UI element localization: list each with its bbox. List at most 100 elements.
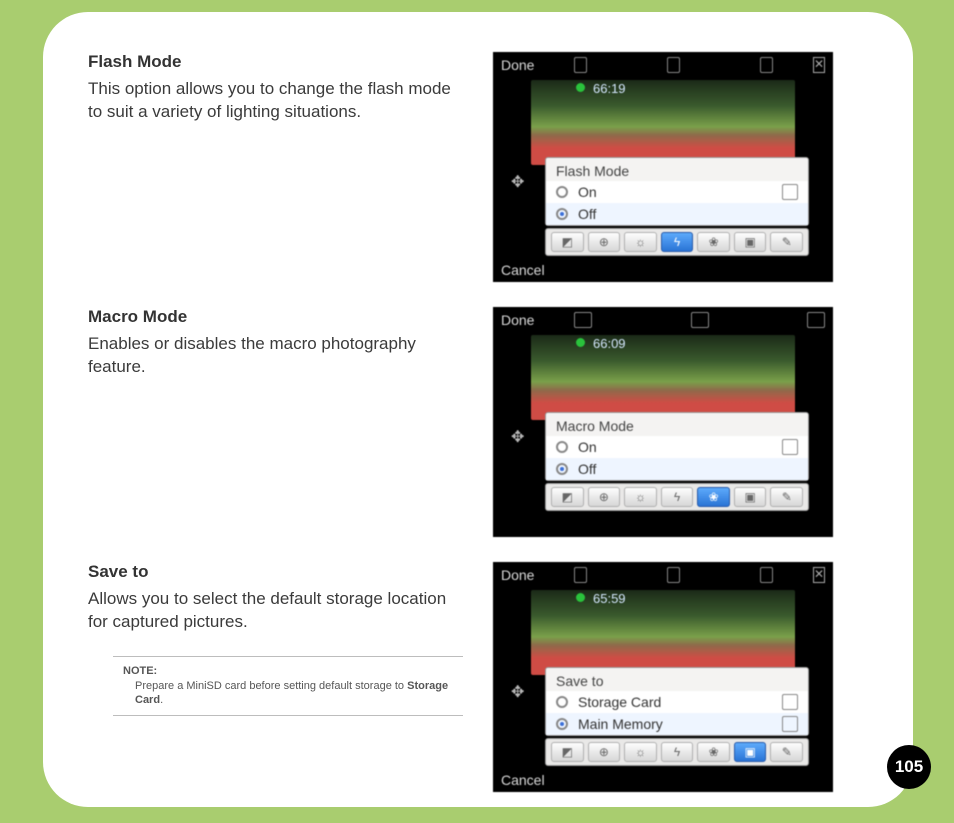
tool-flash[interactable]: ϟ (661, 487, 694, 507)
settings-toolbar: ◩ ⊕ ☼ ϟ ❀ ▣ ✎ (545, 228, 809, 256)
counter-label: 66:19 (593, 81, 626, 96)
page-number-badge: 105 (887, 745, 931, 789)
tool-save-to[interactable]: ▣ (734, 742, 767, 762)
battery-icon (760, 57, 773, 73)
tool-macro[interactable]: ❀ (697, 742, 730, 762)
settings-toolbar: ◩ ⊕ ☼ ϟ ❀ ▣ ✎ (545, 738, 809, 766)
options-panel: Flash Mode On Off (545, 157, 809, 226)
option-row-on[interactable]: On (546, 181, 808, 203)
page-content: Flash Mode This option allows you to cha… (43, 12, 913, 822)
option-row-storage-card[interactable]: Storage Card (546, 691, 808, 713)
tool-macro[interactable]: ❀ (697, 232, 730, 252)
option-row-off[interactable]: Off (546, 203, 808, 225)
settings-toolbar: ◩ ⊕ ☼ ϟ ❀ ▣ ✎ (545, 483, 809, 511)
option-row-on[interactable]: On (546, 436, 808, 458)
text-column: Macro Mode Enables or disables the macro… (88, 307, 463, 379)
note-text: Prepare a MiniSD card before setting def… (123, 679, 453, 708)
cancel-label[interactable]: Cancel (501, 772, 545, 788)
tool-settings[interactable]: ✎ (770, 742, 803, 762)
tool-macro[interactable]: ❀ (697, 487, 730, 507)
tool-settings[interactable]: ✎ (770, 487, 803, 507)
radio-icon (556, 208, 568, 220)
option-row-off[interactable]: Off (546, 458, 808, 480)
storage-icon (667, 567, 680, 583)
counter-label: 65:59 (593, 591, 626, 606)
macro-icon (782, 439, 798, 455)
radio-icon (556, 441, 568, 453)
section-heading: Save to (88, 562, 463, 582)
section-save-to: Save to Allows you to select the default… (88, 562, 868, 792)
tool-capture-mode[interactable]: ◩ (551, 232, 584, 252)
radio-icon (556, 463, 568, 475)
close-icon[interactable]: ✕ (813, 57, 825, 73)
done-label[interactable]: Done (501, 57, 534, 73)
battery-icon (760, 567, 773, 583)
tool-zoom[interactable]: ⊕ (588, 742, 621, 762)
option-label: On (578, 184, 597, 200)
option-label: On (578, 439, 597, 455)
tool-capture-mode[interactable]: ◩ (551, 742, 584, 762)
note-text-part: Prepare a MiniSD card before setting def… (135, 680, 407, 692)
photo-preview: 66:19 (531, 80, 795, 165)
done-label[interactable]: Done (501, 312, 534, 328)
battery-icon (807, 312, 825, 328)
radio-icon (556, 696, 568, 708)
panel-title: Flash Mode (546, 158, 808, 181)
panel-title: Save to (546, 668, 808, 691)
storage-icon (667, 57, 680, 73)
tool-flash[interactable]: ϟ (661, 742, 694, 762)
radio-icon (556, 186, 568, 198)
done-label[interactable]: Done (501, 567, 534, 583)
option-row-main-memory[interactable]: Main Memory (546, 713, 808, 735)
dpad-icon: ✥ (511, 427, 529, 445)
cancel-label[interactable]: Cancel (501, 262, 545, 278)
note-text-part: . (160, 694, 163, 706)
tool-save-to[interactable]: ▣ (734, 487, 767, 507)
device-screenshot: Done ✕ 66:19 ✥ Flash Mode (493, 52, 833, 282)
flash-icon (782, 184, 798, 200)
screenshot-topbar: Done (493, 307, 833, 333)
sdcard-icon (782, 694, 798, 710)
camera-icon (574, 567, 587, 583)
section-macro-mode: Macro Mode Enables or disables the macro… (88, 307, 868, 537)
option-label: Off (578, 206, 596, 222)
section-body: Allows you to select the default storage… (88, 588, 463, 634)
tool-scene[interactable]: ☼ (624, 742, 657, 762)
tool-zoom[interactable]: ⊕ (588, 232, 621, 252)
panel-title: Macro Mode (546, 413, 808, 436)
tool-scene[interactable]: ☼ (624, 487, 657, 507)
dpad-icon: ✥ (511, 172, 529, 190)
camera-icon (574, 57, 587, 73)
camera-icon (574, 312, 592, 328)
screenshot-topbar: Done ✕ (493, 52, 833, 78)
option-label: Off (578, 461, 596, 477)
device-screenshot: Done ✕ 65:59 ✥ Save to S (493, 562, 833, 792)
device-icon (782, 716, 798, 732)
tool-flash[interactable]: ϟ (661, 232, 694, 252)
section-flash-mode: Flash Mode This option allows you to cha… (88, 52, 868, 282)
tool-capture-mode[interactable]: ◩ (551, 487, 584, 507)
option-label: Storage Card (578, 694, 661, 710)
options-panel: Macro Mode On Off (545, 412, 809, 481)
tool-scene[interactable]: ☼ (624, 232, 657, 252)
photo-preview: 66:09 (531, 335, 795, 420)
radio-icon (556, 718, 568, 730)
section-heading: Macro Mode (88, 307, 463, 327)
screenshot-topbar: Done ✕ (493, 562, 833, 588)
text-column: Flash Mode This option allows you to cha… (88, 52, 463, 124)
tool-save-to[interactable]: ▣ (734, 232, 767, 252)
close-icon[interactable]: ✕ (813, 567, 825, 583)
note-label: NOTE: (123, 665, 453, 677)
section-body: Enables or disables the macro photograph… (88, 333, 463, 379)
record-dot-icon (576, 83, 585, 92)
tool-zoom[interactable]: ⊕ (588, 487, 621, 507)
tool-settings[interactable]: ✎ (770, 232, 803, 252)
options-panel: Save to Storage Card Main Memory (545, 667, 809, 736)
storage-icon (691, 312, 709, 328)
manual-page: Flash Mode This option allows you to cha… (43, 12, 913, 807)
section-heading: Flash Mode (88, 52, 463, 72)
text-column: Save to Allows you to select the default… (88, 562, 463, 716)
photo-preview: 65:59 (531, 590, 795, 675)
record-dot-icon (576, 338, 585, 347)
note-block: NOTE: Prepare a MiniSD card before setti… (113, 656, 463, 717)
